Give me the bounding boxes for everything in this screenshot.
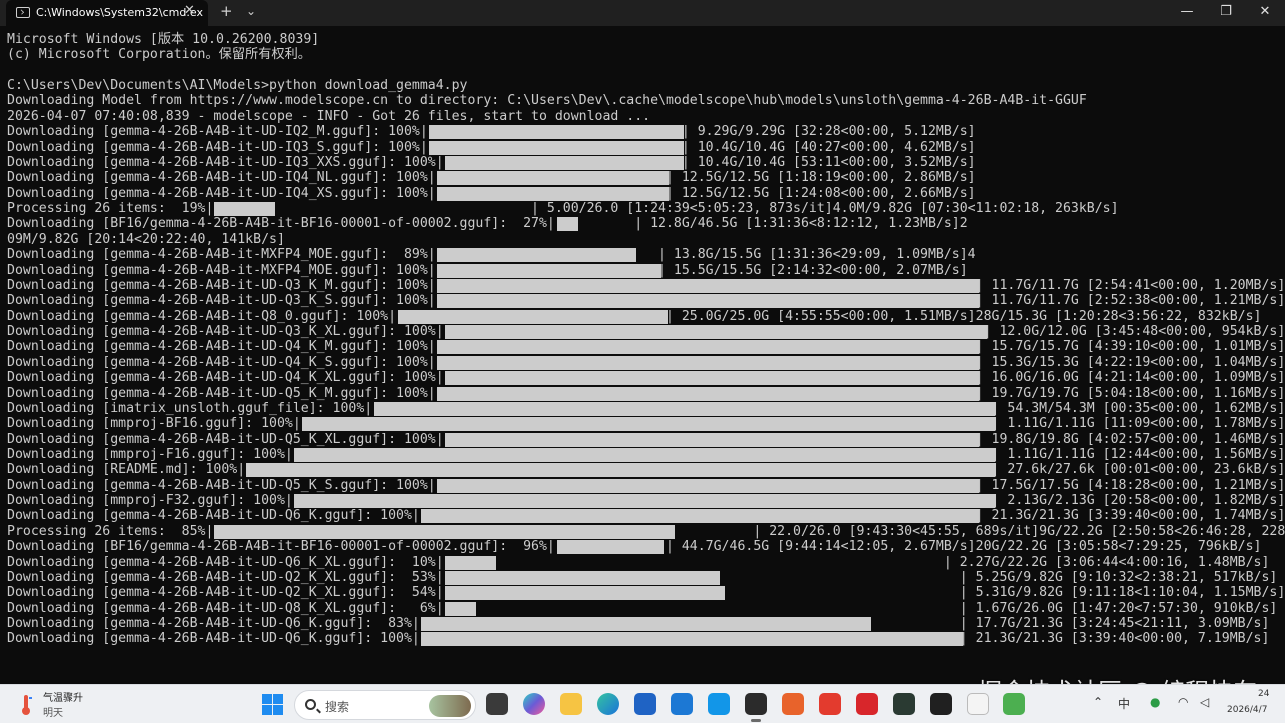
- taskbar-search[interactable]: 搜索: [294, 690, 476, 720]
- terminal-line: 2026-04-07 07:40:08,839 - modelscope - I…: [7, 108, 651, 124]
- terminal-app-icon[interactable]: [745, 693, 767, 722]
- tab-close-icon[interactable]: ✕: [184, 3, 195, 18]
- editor-icon[interactable]: [893, 693, 915, 715]
- progress-bar-fill: [437, 278, 980, 293]
- progress-bar-fill: [437, 171, 669, 186]
- terminal-line: (c) Microsoft Corporation。保留所有权利。: [7, 47, 311, 63]
- progress-bar-fill: [397, 309, 669, 324]
- start-button[interactable]: [262, 694, 283, 715]
- edge-icon[interactable]: [597, 693, 619, 715]
- progress-bar-fill: [445, 586, 726, 601]
- volume-icon[interactable]: ◁: [1200, 695, 1209, 709]
- progress-bar-fill: [437, 248, 636, 263]
- terminal-output[interactable]: Microsoft Windows [版本 10.0.26200.8039] (c…: [0, 26, 1285, 684]
- progress-bar-fill: [437, 340, 980, 355]
- tab-dropdown-icon[interactable]: ⌄: [246, 4, 256, 18]
- store-icon[interactable]: [634, 693, 656, 715]
- minimize-button[interactable]: —: [1167, 0, 1207, 26]
- progress-bar-fill: [429, 140, 685, 155]
- progress-bar-fill: [421, 632, 964, 647]
- progress-bar-fill: [445, 371, 980, 386]
- progress-bar-fill: [429, 125, 685, 140]
- tab-title: C:\Windows\System32\cmd.ex: [36, 6, 203, 19]
- search-placeholder: 搜索: [325, 700, 350, 714]
- progress-bar-fill: [556, 540, 665, 555]
- close-button[interactable]: ✕: [1245, 0, 1285, 26]
- green-app-icon[interactable]: [1003, 693, 1025, 715]
- progress-bar-fill: [445, 601, 477, 616]
- wifi-icon[interactable]: ◠: [1178, 695, 1188, 709]
- copilot-icon[interactable]: [523, 693, 545, 715]
- ime-indicator[interactable]: 中: [1118, 695, 1130, 712]
- wps-icon[interactable]: [819, 693, 841, 715]
- terminal-line: Downloading [BF16/gemma-4-26B-A4B-it-BF1…: [7, 216, 968, 232]
- progress-bar-fill: [445, 432, 980, 447]
- cat-app-icon[interactable]: [967, 693, 989, 715]
- terminal-tab[interactable]: C:\Windows\System32\cmd.ex ✕: [6, 0, 208, 26]
- progress-bar-fill: [437, 386, 980, 401]
- progress-bar-fill: [246, 463, 996, 478]
- terminal-icon: [16, 7, 30, 18]
- terminal-line: Downloading [gemma-4-26B-A4B-it-UD-Q6_K_…: [7, 554, 1270, 570]
- terminal-line: C:\Users\Dev\Documents\AI\Models>python …: [7, 78, 468, 94]
- outlook-icon[interactable]: [671, 693, 693, 715]
- search-highlight-image: [429, 695, 471, 717]
- orange-app-icon[interactable]: [782, 693, 804, 715]
- progress-bar-fill: [437, 186, 669, 201]
- progress-bar-fill: [373, 401, 996, 416]
- terminal-line: Microsoft Windows [版本 10.0.26200.8039]: [7, 32, 320, 47]
- terminal-line: 09M/9.82G [20:14<20:22:40, 141kB/s]: [7, 231, 285, 247]
- task-view-icon[interactable]: [486, 693, 508, 715]
- progress-bar-fill: [293, 494, 996, 509]
- search-icon: [305, 699, 316, 710]
- file-explorer-icon[interactable]: [560, 693, 582, 715]
- new-tab-button[interactable]: +: [220, 2, 233, 20]
- progress-bar-fill: [445, 325, 988, 340]
- taskbar: 气温骤升 明天 搜索 ⌃ 中 ● ◠ ◁ 24 2026/4/7: [0, 684, 1285, 723]
- clock-time[interactable]: 24: [1258, 689, 1269, 699]
- windows-logo-icon: [262, 694, 272, 704]
- weather-subtitle: 明天: [43, 708, 63, 719]
- title-bar: C:\Windows\System32\cmd.ex ✕ + ⌄ — ❐ ✕: [0, 0, 1285, 26]
- arrow-app-icon[interactable]: [708, 693, 730, 715]
- recorder-icon[interactable]: [856, 693, 878, 715]
- terminal-line: Downloading Model from https://www.model…: [7, 93, 1087, 109]
- terminal-line: Processing 26 items: 19%| | 5.00/26.0 [1…: [7, 201, 1119, 217]
- progress-bar-fill: [437, 355, 980, 370]
- progress-bar-fill: [445, 155, 685, 170]
- progress-bar-fill: [301, 417, 996, 432]
- weather-title[interactable]: 气温骤升: [43, 689, 83, 704]
- maximize-button[interactable]: ❐: [1206, 0, 1246, 26]
- code-app-icon[interactable]: [930, 693, 952, 715]
- clock-date[interactable]: 2026/4/7: [1227, 705, 1267, 715]
- tray-chevron-icon[interactable]: ⌃: [1093, 695, 1103, 709]
- progress-bar-fill: [445, 555, 496, 570]
- progress-bar-fill: [437, 478, 980, 493]
- terminal-line: Downloading [gemma-4-26B-A4B-it-UD-Q8_K_…: [7, 600, 1278, 616]
- progress-bar-fill: [437, 294, 980, 309]
- progress-bar-fill: [445, 570, 720, 585]
- progress-bar-fill: [421, 617, 872, 632]
- progress-bar-fill: [556, 217, 579, 232]
- progress-bar-fill: [421, 509, 980, 524]
- progress-bar-fill: [293, 447, 996, 462]
- thermometer-icon[interactable]: [20, 694, 32, 716]
- wechat-icon[interactable]: ●: [1150, 695, 1160, 709]
- progress-bar-fill: [437, 263, 661, 278]
- progress-bar-fill: [214, 202, 275, 217]
- progress-bar-fill: [214, 524, 675, 539]
